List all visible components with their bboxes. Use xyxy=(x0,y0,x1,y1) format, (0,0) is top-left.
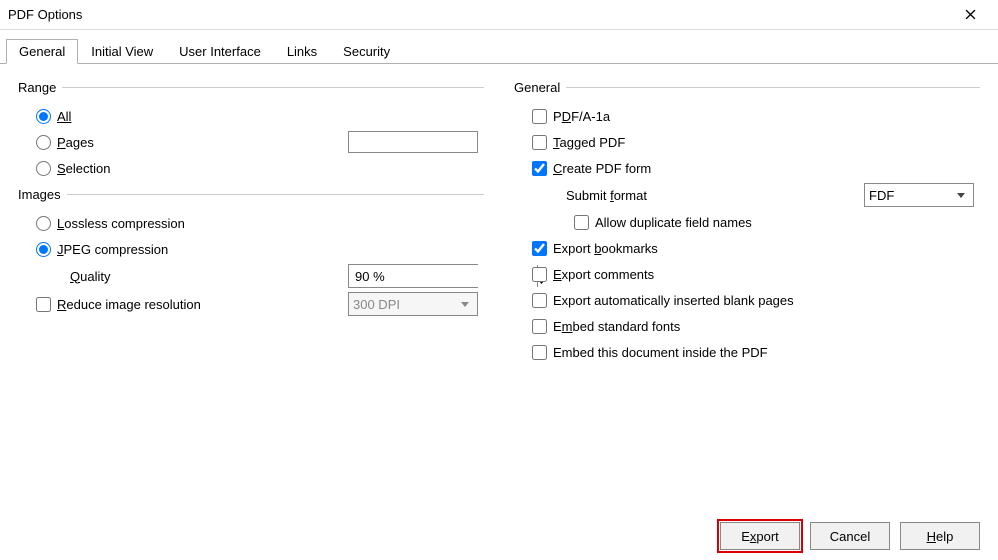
row-embed-std: Embed standard fonts xyxy=(514,313,980,339)
left-column: Range All Pages Selection Images Lossles… xyxy=(18,74,484,365)
tab-security[interactable]: Security xyxy=(330,39,403,64)
chevron-down-icon xyxy=(953,193,969,198)
radio-all[interactable] xyxy=(36,109,51,124)
label-blank-pages: Export automatically inserted blank page… xyxy=(553,293,794,308)
row-range-pages: Pages xyxy=(18,129,484,155)
row-comments: Export comments xyxy=(514,261,980,287)
label-pages: Pages xyxy=(57,135,94,150)
radio-jpeg[interactable] xyxy=(36,242,51,257)
row-blank-pages: Export automatically inserted blank page… xyxy=(514,287,980,313)
tabs: General Initial View User Interface Link… xyxy=(0,30,998,64)
label-comments: Export comments xyxy=(553,267,654,282)
label-jpeg: JPEG compression xyxy=(57,242,168,257)
cancel-button[interactable]: Cancel xyxy=(810,522,890,550)
chevron-down-icon xyxy=(457,302,473,307)
row-create-form: Create PDF form xyxy=(514,155,980,181)
tab-initial-view[interactable]: Initial View xyxy=(78,39,166,64)
tab-links[interactable]: Links xyxy=(274,39,330,64)
row-reduce: Reduce image resolution 300 DPI xyxy=(18,290,484,318)
checkbox-tagged[interactable] xyxy=(532,135,547,150)
label-tagged: Tagged PDF xyxy=(553,135,625,150)
radio-lossless[interactable] xyxy=(36,216,51,231)
label-allow-dup: Allow duplicate field names xyxy=(595,215,752,230)
row-jpeg: JPEG compression xyxy=(18,236,484,262)
input-pages[interactable] xyxy=(348,131,478,153)
row-lossless: Lossless compression xyxy=(18,210,484,236)
label-reduce-resolution: Reduce image resolution xyxy=(57,297,201,312)
footer-buttons: Export Cancel Help xyxy=(720,522,980,550)
label-selection: Selection xyxy=(57,161,110,176)
checkbox-embed-doc[interactable] xyxy=(532,345,547,360)
combo-dpi: 300 DPI xyxy=(348,292,478,316)
label-pdfa: PDF/A-1a xyxy=(553,109,610,124)
row-allow-dup: Allow duplicate field names xyxy=(514,209,980,235)
title-bar: PDF Options xyxy=(0,0,998,30)
tab-general[interactable]: General xyxy=(6,39,78,64)
close-button[interactable] xyxy=(950,1,990,29)
panel-general: Range All Pages Selection Images Lossles… xyxy=(0,64,998,375)
checkbox-comments[interactable] xyxy=(532,267,547,282)
export-button[interactable]: Export xyxy=(720,522,800,550)
input-quality[interactable] xyxy=(349,265,537,287)
row-submit-format: Submit format FDF xyxy=(514,181,980,209)
radio-selection[interactable] xyxy=(36,161,51,176)
checkbox-allow-dup[interactable] xyxy=(574,215,589,230)
label-lossless: Lossless compression xyxy=(57,216,185,231)
label-quality: Quality xyxy=(70,269,110,284)
close-icon xyxy=(965,9,976,20)
checkbox-embed-std[interactable] xyxy=(532,319,547,334)
checkbox-reduce-resolution[interactable] xyxy=(36,297,51,312)
radio-pages[interactable] xyxy=(36,135,51,150)
checkbox-create-form[interactable] xyxy=(532,161,547,176)
group-range-header: Range xyxy=(18,80,484,95)
label-all: All xyxy=(57,109,71,124)
group-images-header: Images xyxy=(18,187,484,202)
combo-submit-format[interactable]: FDF xyxy=(864,183,974,207)
label-submit-format: Submit format xyxy=(566,188,647,203)
row-pdfa: PDF/A-1a xyxy=(514,103,980,129)
tab-user-interface[interactable]: User Interface xyxy=(166,39,274,64)
label-embed-std: Embed standard fonts xyxy=(553,319,680,334)
row-range-all: All xyxy=(18,103,484,129)
group-general-header: General xyxy=(514,80,980,95)
row-bookmarks: Export bookmarks xyxy=(514,235,980,261)
label-embed-doc: Embed this document inside the PDF xyxy=(553,345,768,360)
window-title: PDF Options xyxy=(8,7,950,22)
checkbox-blank-pages[interactable] xyxy=(532,293,547,308)
checkbox-pdfa[interactable] xyxy=(532,109,547,124)
right-column: General PDF/A-1a Tagged PDF Create PDF f… xyxy=(514,74,980,365)
row-range-selection: Selection xyxy=(18,155,484,181)
row-embed-doc: Embed this document inside the PDF xyxy=(514,339,980,365)
help-button[interactable]: Help xyxy=(900,522,980,550)
spinner-quality[interactable] xyxy=(348,264,478,288)
row-tagged: Tagged PDF xyxy=(514,129,980,155)
label-create-form: Create PDF form xyxy=(553,161,651,176)
checkbox-bookmarks[interactable] xyxy=(532,241,547,256)
label-bookmarks: Export bookmarks xyxy=(553,241,658,256)
row-quality: Quality xyxy=(18,262,484,290)
